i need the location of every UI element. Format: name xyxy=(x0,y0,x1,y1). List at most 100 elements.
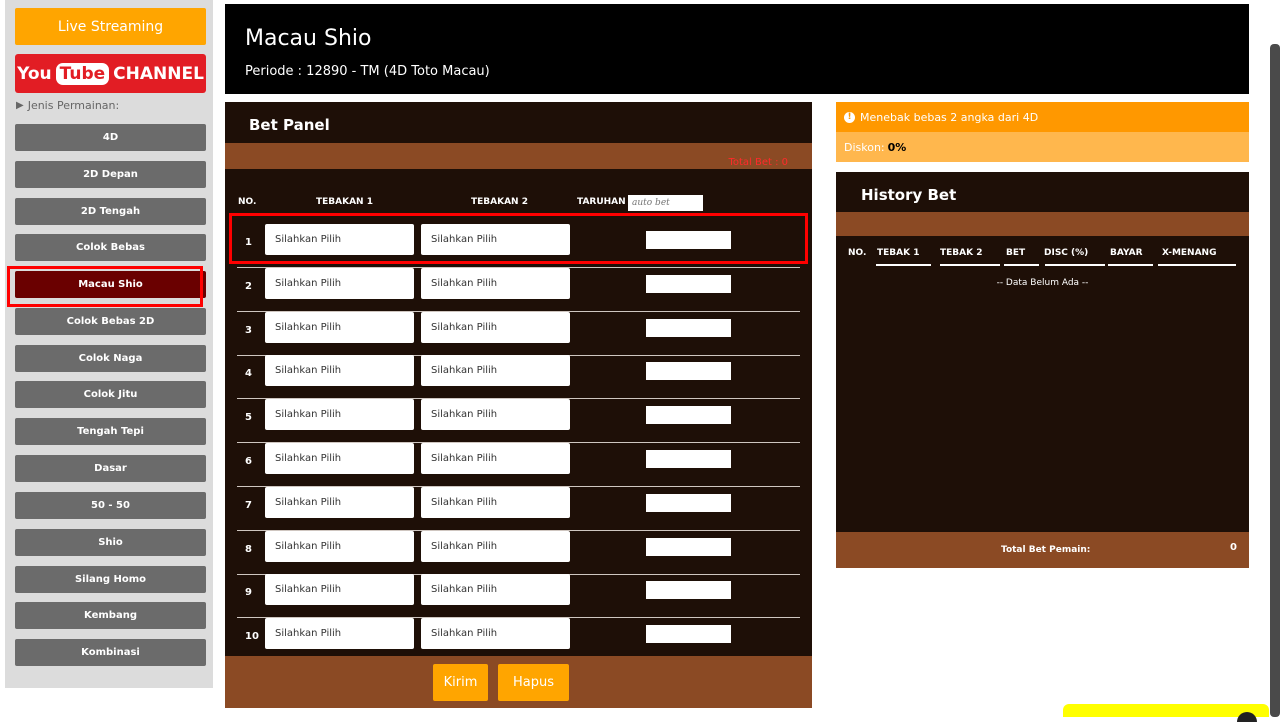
tebakan2-select[interactable]: Silahkan Pilih xyxy=(421,399,570,430)
tebakan1-select[interactable]: Silahkan Pilih xyxy=(265,531,414,562)
row-number: 6 xyxy=(245,456,252,467)
menu-item-colok-bebas[interactable]: Colok Bebas xyxy=(15,234,206,261)
youtube-channel-text: CHANNEL xyxy=(113,63,204,84)
taruhan-input[interactable] xyxy=(646,581,731,599)
menu-item-2d-tengah[interactable]: 2D Tengah xyxy=(15,198,206,225)
auto-bet-input[interactable] xyxy=(628,195,703,211)
bet-row: 3 Silahkan Pilih Silahkan Pilih xyxy=(237,312,800,356)
menu-item-colok-jitu[interactable]: Colok Jitu xyxy=(15,381,206,408)
history-col-tebak-2: TEBAK 2 xyxy=(940,248,983,258)
tebakan1-select[interactable]: Silahkan Pilih xyxy=(265,443,414,474)
hapus-button[interactable]: Hapus xyxy=(498,664,569,701)
col-tebakan1: TEBAKAN 1 xyxy=(316,197,373,207)
history-header-underline xyxy=(1158,264,1236,266)
page-scrollbar[interactable] xyxy=(1270,44,1280,717)
bet-row: 5 Silahkan Pilih Silahkan Pilih xyxy=(237,399,800,443)
menu-item-dasar[interactable]: Dasar xyxy=(15,455,206,482)
tebakan2-select[interactable]: Silahkan Pilih xyxy=(421,312,570,343)
taruhan-input[interactable] xyxy=(646,362,731,380)
triangle-right-icon: ▶ xyxy=(16,100,24,111)
row-number: 10 xyxy=(245,631,259,642)
history-header-underline xyxy=(1045,264,1105,266)
row-number: 7 xyxy=(245,500,252,511)
taruhan-input[interactable] xyxy=(646,494,731,512)
history-bet-panel: History Bet NO. TEBAK 1 TEBAK 2 BET DISC (%)… xyxy=(836,172,1249,568)
row-number: 4 xyxy=(245,368,252,379)
menu-item-colok-naga[interactable]: Colok Naga xyxy=(15,345,206,372)
game-description-text: Menebak bebas 2 angka dari 4D xyxy=(860,110,1039,124)
tebakan1-select[interactable]: Silahkan Pilih xyxy=(265,312,414,343)
bet-row: 7 Silahkan Pilih Silahkan Pilih xyxy=(237,487,800,531)
taruhan-input[interactable] xyxy=(646,625,731,643)
menu-item-colok-bebas-2d[interactable]: Colok Bebas 2D xyxy=(15,308,206,335)
total-bet-pemain-label: Total Bet Pemain: xyxy=(1001,545,1091,555)
bet-row: 9 Silahkan Pilih Silahkan Pilih xyxy=(237,574,800,618)
row-number: 9 xyxy=(245,587,252,598)
bet-panel-title: Bet Panel xyxy=(249,116,330,134)
tebakan1-select[interactable]: Silahkan Pilih xyxy=(265,355,414,386)
youtube-channel-button[interactable]: You Tube CHANNEL xyxy=(15,54,206,93)
taruhan-input[interactable] xyxy=(646,275,731,293)
bet-row: 4 Silahkan Pilih Silahkan Pilih xyxy=(237,355,800,399)
tebakan2-select[interactable]: Silahkan Pilih xyxy=(421,355,570,386)
history-header-underline xyxy=(1108,264,1153,266)
tebakan2-select[interactable]: Silahkan Pilih xyxy=(421,487,570,518)
tebakan1-select[interactable]: Silahkan Pilih xyxy=(265,618,414,649)
sidebar: Live Streaming You Tube CHANNEL ▶ Jenis … xyxy=(5,0,213,688)
history-col-bayar: BAYAR xyxy=(1110,248,1143,258)
taruhan-input[interactable] xyxy=(646,450,731,468)
total-bet-text: Total Bet : 0 xyxy=(728,157,788,168)
taruhan-input[interactable] xyxy=(646,319,731,337)
menu-item-50-50[interactable]: 50 - 50 xyxy=(15,492,206,519)
tebakan1-select[interactable]: Silahkan Pilih xyxy=(265,574,414,605)
kirim-button[interactable]: Kirim xyxy=(433,664,488,701)
menu-item-shio[interactable]: Shio xyxy=(15,529,206,556)
tebakan2-select[interactable]: Silahkan Pilih xyxy=(421,618,570,649)
diskon-info: Diskon: 0% xyxy=(836,132,1249,162)
highlight-box-row xyxy=(229,213,808,264)
tebakan1-select[interactable]: Silahkan Pilih xyxy=(265,487,414,518)
tebakan1-select[interactable]: Silahkan Pilih xyxy=(265,399,414,430)
col-taruhan: TARUHAN xyxy=(577,197,626,207)
tebakan2-select[interactable]: Silahkan Pilih xyxy=(421,574,570,605)
history-header-underline xyxy=(876,264,931,266)
row-number: 5 xyxy=(245,412,252,423)
tebakan1-select[interactable]: Silahkan Pilih xyxy=(265,268,414,299)
page-header: Macau Shio Periode : 12890 - TM (4D Toto… xyxy=(225,4,1249,94)
history-bar xyxy=(836,212,1249,236)
jenis-permainan-text: Jenis Permainan: xyxy=(27,99,120,112)
menu-item-kembang[interactable]: Kembang xyxy=(15,602,206,629)
history-col-tebak-1: TEBAK 1 xyxy=(877,248,920,258)
menu-item-4d[interactable]: 4D xyxy=(15,124,206,151)
history-header-underline xyxy=(1004,264,1039,266)
live-streaming-button[interactable]: Live Streaming xyxy=(15,8,206,45)
youtube-you-text: You xyxy=(17,63,52,84)
row-number: 3 xyxy=(245,325,252,336)
diskon-value: 0% xyxy=(887,140,907,154)
menu-item-2d-depan[interactable]: 2D Depan xyxy=(15,161,206,188)
tebakan2-select[interactable]: Silahkan Pilih xyxy=(421,268,570,299)
history-empty-text: -- Data Belum Ada -- xyxy=(996,278,1089,288)
periode-text: Periode : 12890 - TM (4D Toto Macau) xyxy=(245,64,490,79)
menu-item-tengah-tepi[interactable]: Tengah Tepi xyxy=(15,418,206,445)
col-no: NO. xyxy=(238,197,257,207)
menu-item-silang-homo[interactable]: Silang Homo xyxy=(15,566,206,593)
tebakan2-select[interactable]: Silahkan Pilih xyxy=(421,531,570,562)
diskon-label: Diskon: xyxy=(844,140,885,154)
history-col-x-menang: X-MENANG xyxy=(1162,248,1217,258)
history-title: History Bet xyxy=(861,186,957,204)
taruhan-input[interactable] xyxy=(646,406,731,424)
history-col-no: NO. xyxy=(848,248,867,258)
taruhan-input[interactable] xyxy=(646,538,731,556)
menu-item-kombinasi[interactable]: Kombinasi xyxy=(15,639,206,666)
jenis-permainan-label: ▶ Jenis Permainan: xyxy=(16,99,119,112)
history-col-disc: DISC (%) xyxy=(1044,248,1089,258)
bet-row: 2 Silahkan Pilih Silahkan Pilih xyxy=(237,268,800,312)
page-title: Macau Shio xyxy=(245,26,372,51)
history-header-underline xyxy=(940,264,1000,266)
highlight-box-menu xyxy=(7,266,203,307)
bet-row: 8 Silahkan Pilih Silahkan Pilih xyxy=(237,531,800,575)
tebakan2-select[interactable]: Silahkan Pilih xyxy=(421,443,570,474)
youtube-tube-text: Tube xyxy=(55,62,110,85)
bet-panel: Bet Panel Total Bet : 0 NO. TEBAKAN 1 TE… xyxy=(225,102,812,708)
